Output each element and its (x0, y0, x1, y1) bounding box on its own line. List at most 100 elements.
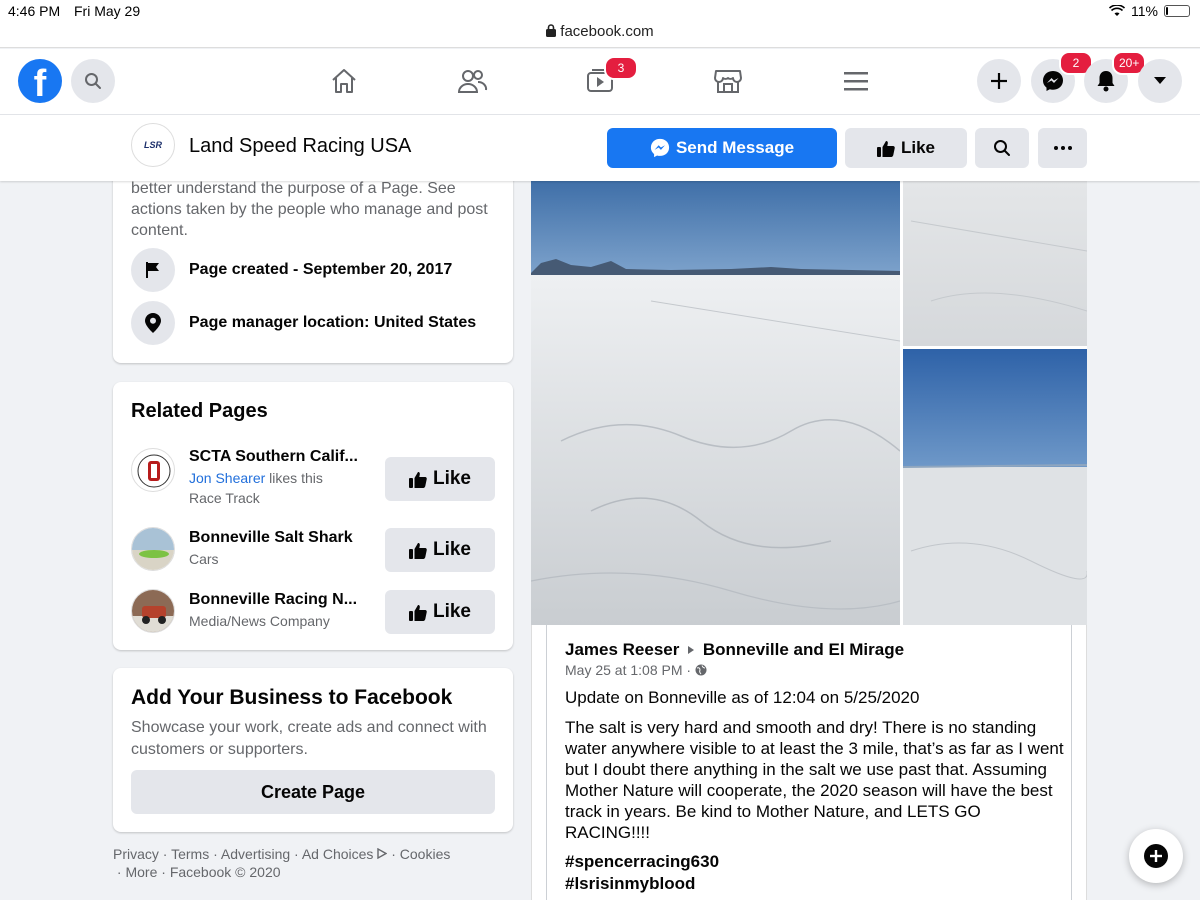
battery-percent: 11% (1131, 3, 1158, 19)
tertiary-photo[interactable] (902, 349, 1087, 625)
related-page-category: Race Track (189, 490, 260, 506)
post-author-line: James Reeser Bonneville and El Mirage (565, 640, 904, 660)
nav-friends[interactable] (456, 65, 488, 97)
plus-icon (991, 73, 1007, 89)
ad-choices-icon (377, 847, 388, 860)
post-meta: May 25 at 1:08 PM · (565, 662, 707, 678)
home-icon (332, 69, 356, 93)
account-menu-button[interactable] (1138, 59, 1182, 103)
privacy-link[interactable]: Privacy (113, 846, 159, 862)
related-page-category: Media/News Company (189, 613, 330, 629)
terms-link[interactable]: Terms (171, 846, 209, 862)
ad-choices-link[interactable]: Ad Choices (302, 846, 374, 862)
post-photos (531, 181, 1087, 625)
thumbs-up-icon (876, 140, 895, 157)
add-business-description: Showcase your work, create ads and conne… (131, 719, 487, 758)
facebook-logo-icon[interactable]: f (18, 59, 62, 103)
related-pages-card: Related Pages SCTA Southern Calif... Jon… (113, 382, 513, 650)
thumbs-up-icon (408, 471, 427, 488)
url-text: facebook.com (560, 23, 654, 40)
related-page-item[interactable]: Bonneville Racing N... Media/News Compan… (131, 589, 495, 645)
caret-right-icon (688, 646, 695, 654)
post-author-name[interactable]: James Reeser (565, 640, 679, 659)
more-options-button[interactable] (1038, 128, 1087, 168)
thumbs-up-icon (408, 542, 427, 559)
battery-icon (1164, 5, 1190, 17)
lock-icon (546, 24, 557, 37)
post-timestamp[interactable]: May 25 at 1:08 PM · (565, 662, 691, 678)
page-like-label: Like (900, 138, 936, 157)
notifications-button[interactable]: 20+ (1084, 51, 1147, 103)
friend-name-link[interactable]: Jon Shearer (189, 470, 265, 486)
related-like-label: Like (432, 539, 472, 560)
search-icon (85, 73, 101, 89)
address-bar[interactable]: facebook.com (0, 22, 1200, 48)
hashtag-link[interactable]: #spencerracing630 (565, 852, 719, 872)
footer-links: Privacy · Terms · Advertising · Ad Choic… (113, 846, 451, 880)
cookies-link[interactable]: Cookies (400, 846, 451, 862)
post-group-name[interactable]: Bonneville and El Mirage (703, 640, 904, 659)
thumbs-up-icon (408, 604, 427, 621)
manager-location-text: Page manager location: United States (189, 314, 477, 331)
related-page-category: Cars (189, 551, 219, 567)
nav-watch[interactable]: 3 (584, 56, 638, 97)
copyright-text: Facebook © 2020 (169, 864, 281, 880)
related-page-name[interactable]: Bonneville Salt Shark (189, 529, 353, 547)
main-photo[interactable] (531, 181, 901, 625)
messenger-icon (1043, 71, 1063, 91)
secondary-photo[interactable] (903, 181, 1087, 346)
ellipsis-icon (1053, 146, 1072, 150)
related-like-button[interactable]: Like (385, 457, 495, 501)
manager-location-row: Page manager location: United States (131, 301, 476, 345)
post-inner: James Reeser Bonneville and El Mirage Ma… (546, 625, 1072, 900)
page-avatar[interactable]: LSR (131, 123, 175, 167)
flag-icon (131, 248, 175, 292)
wifi-icon (1109, 5, 1126, 16)
scta-avatar[interactable] (131, 448, 175, 492)
related-page-item[interactable]: Bonneville Salt Shark Cars Like (131, 527, 495, 583)
page-created-text: Page created - September 20, 2017 (189, 261, 453, 278)
hashtag-link[interactable]: #lsrisinmyblood (565, 874, 695, 894)
related-like-button[interactable]: Like (385, 528, 495, 572)
related-page-name[interactable]: SCTA Southern Calif... (189, 448, 358, 466)
messenger-button[interactable]: 2 (1031, 51, 1093, 103)
racing-news-avatar[interactable] (131, 589, 175, 633)
related-pages-title: Related Pages (131, 400, 268, 422)
page-like-button[interactable]: Like (845, 128, 967, 168)
more-link[interactable]: More (125, 864, 157, 880)
send-message-label: Send Message (675, 138, 795, 157)
search-icon (994, 140, 1010, 156)
nav-marketplace[interactable] (712, 65, 744, 97)
related-page-item[interactable]: SCTA Southern Calif... Jon Shearer likes… (131, 446, 495, 506)
page-title[interactable]: Land Speed Racing USA (189, 135, 411, 158)
related-like-label: Like (432, 468, 472, 489)
nav-menu[interactable] (840, 65, 872, 97)
advertising-link[interactable]: Advertising (221, 846, 290, 862)
status-right: 11% (1109, 3, 1190, 19)
new-message-button[interactable] (1129, 829, 1183, 883)
page-avatar-logo: LSR (144, 140, 162, 150)
hamburger-icon (844, 72, 868, 91)
page-created-row: Page created - September 20, 2017 (131, 248, 452, 292)
page-transparency-card: better understand the purpose of a Page.… (113, 170, 513, 363)
related-like-button[interactable]: Like (385, 590, 495, 634)
location-pin-icon (131, 301, 175, 345)
related-page-name[interactable]: Bonneville Racing N... (189, 591, 357, 609)
create-button[interactable] (977, 59, 1021, 103)
globe-icon (695, 664, 707, 676)
page-header-bar: LSR Land Speed Racing USA Send Message L… (0, 115, 1200, 181)
post-headline: Update on Bonneville as of 12:04 on 5/25… (565, 688, 920, 707)
status-date: Fri May 29 (74, 3, 141, 19)
related-page-social: Jon Shearer likes this (189, 470, 323, 486)
compose-icon (1144, 844, 1168, 868)
related-like-label: Like (432, 601, 472, 622)
marketplace-icon (714, 70, 742, 93)
search-button[interactable] (71, 59, 115, 103)
create-page-button[interactable]: Create Page (131, 770, 495, 814)
salt-shark-avatar[interactable] (131, 527, 175, 571)
friends-icon (457, 70, 488, 93)
caret-down-icon (1154, 77, 1166, 84)
nav-home[interactable] (328, 65, 360, 97)
send-message-button[interactable]: Send Message (607, 128, 837, 168)
page-search-button[interactable] (975, 128, 1029, 168)
